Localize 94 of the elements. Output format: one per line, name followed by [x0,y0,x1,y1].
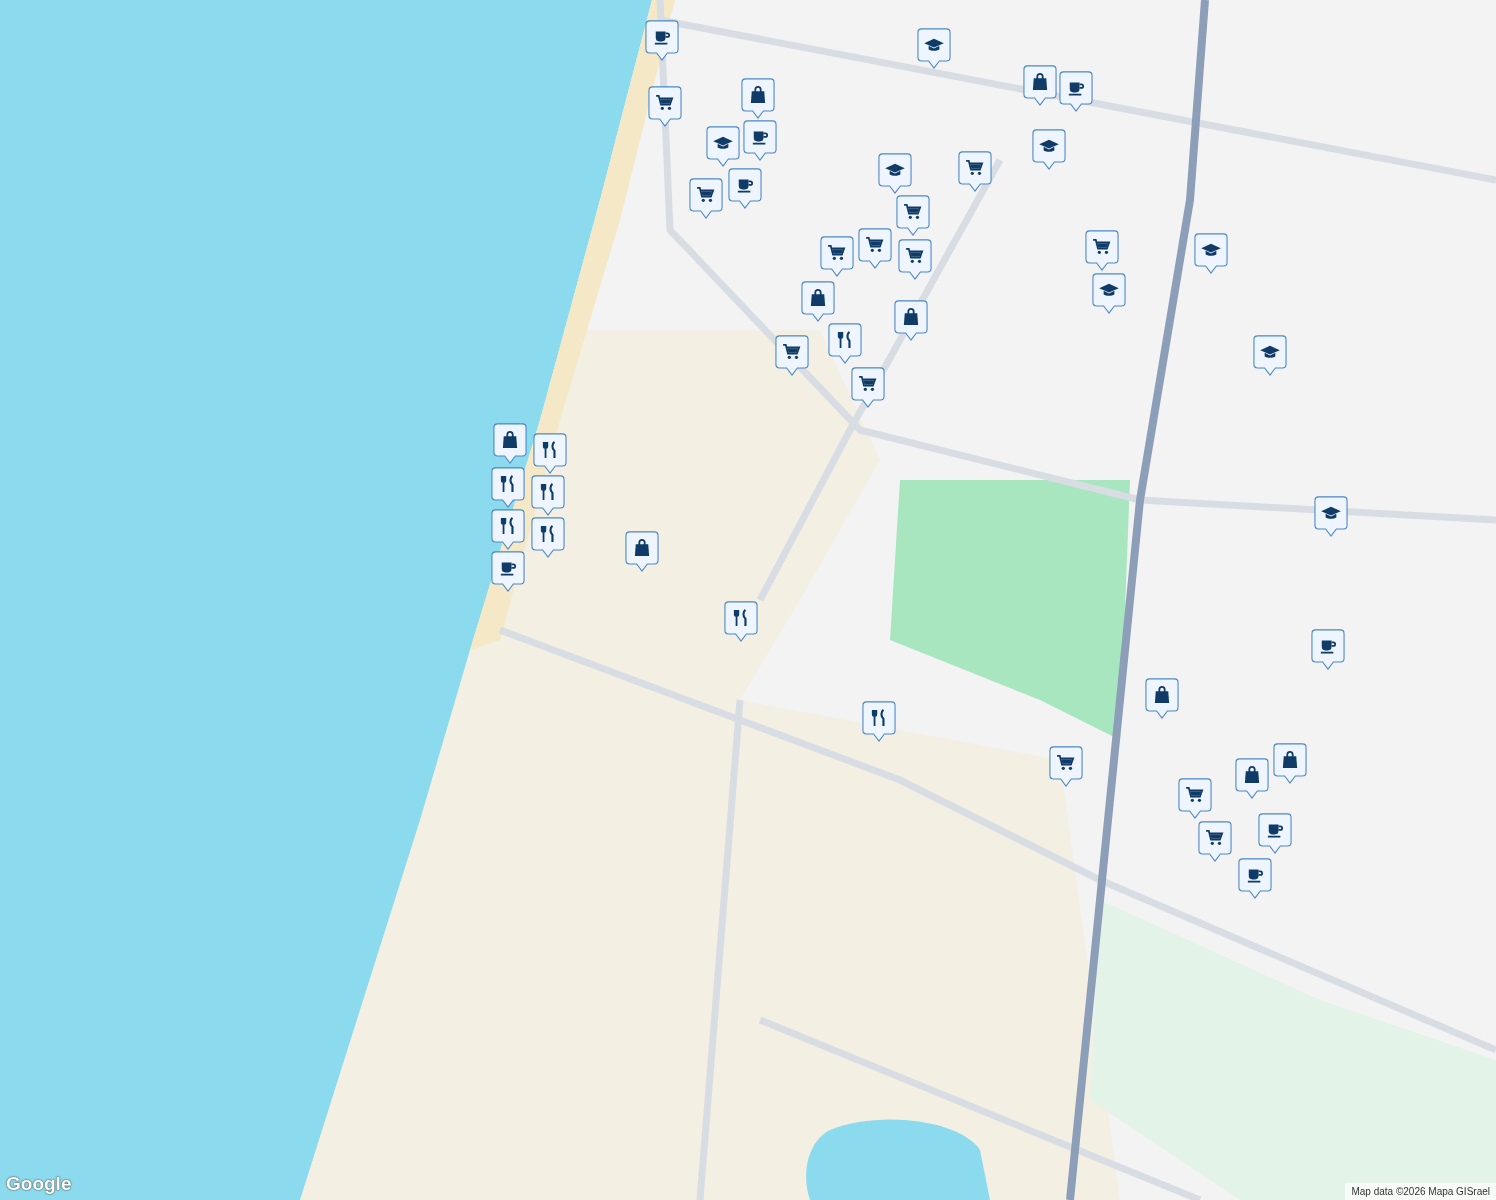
mortarboard-map-marker[interactable] [1032,129,1066,170]
mortarboard-icon [1260,345,1280,358]
fork-knife-icon [540,525,554,543]
cart-map-marker[interactable] [820,236,854,277]
mortarboard-icon [1099,283,1119,296]
mortarboard-map-marker[interactable] [917,28,951,69]
cup-icon [1068,82,1085,96]
google-logo: Google [6,1171,72,1196]
bag-icon [1032,73,1048,90]
map-attribution: Map data ©2026 Mapa GISrael [1345,1183,1496,1200]
cart-icon [1205,829,1224,845]
bag-icon [810,289,826,306]
cart-map-marker[interactable] [689,178,723,219]
cup-icon [654,31,670,45]
cart-icon [903,203,922,219]
cart-icon [865,236,884,252]
bag-icon [1244,766,1260,783]
cart-map-marker[interactable] [851,367,885,408]
bag-map-marker[interactable] [894,300,928,341]
fork-knife-icon [871,709,885,727]
fork-knife-map-marker[interactable] [491,467,525,508]
cart-icon [655,94,674,110]
cart-icon [782,343,801,359]
cup-map-marker[interactable] [491,551,525,592]
bag-map-marker[interactable] [1023,65,1057,106]
bag-map-marker[interactable] [1273,743,1307,784]
bag-map-marker[interactable] [741,78,775,119]
cart-map-marker[interactable] [898,239,932,280]
cup-icon [500,562,516,576]
fork-knife-map-marker[interactable] [724,601,758,642]
mortarboard-map-marker[interactable] [878,153,912,194]
mortarboard-map-marker[interactable] [1194,233,1228,274]
cart-map-marker[interactable] [1198,821,1232,862]
bag-icon [1282,751,1298,768]
fork-knife-icon [542,441,556,459]
fork-knife-icon [540,483,554,501]
bag-map-marker[interactable] [493,423,527,464]
mortarboard-icon [1321,506,1341,519]
mortarboard-icon [1039,139,1059,152]
bag-icon [502,431,518,448]
cup-map-marker[interactable] [1311,629,1345,670]
cart-icon [696,186,715,202]
cup-map-marker[interactable] [645,20,679,61]
bag-map-marker[interactable] [625,531,659,572]
cart-map-marker[interactable] [1085,230,1119,271]
bag-map-marker[interactable] [1235,758,1269,799]
fork-knife-map-marker[interactable] [531,517,565,558]
bag-icon [750,86,766,103]
mortarboard-map-marker[interactable] [1092,273,1126,314]
cart-icon [1056,754,1075,770]
cup-icon [1320,640,1337,654]
bag-map-marker[interactable] [801,281,835,322]
mortarboard-icon [924,38,944,51]
fork-knife-map-marker[interactable] [862,701,896,742]
cart-map-marker[interactable] [858,228,892,269]
mortarboard-icon [885,163,905,176]
fork-knife-icon [733,609,747,627]
bag-icon [1154,686,1170,703]
cart-map-marker[interactable] [896,195,930,236]
mortarboard-map-marker[interactable] [706,126,740,167]
cup-icon [1267,824,1284,838]
cart-map-marker[interactable] [1178,778,1212,819]
cart-icon [858,375,877,391]
fork-knife-icon [837,331,851,349]
cup-map-marker[interactable] [1258,813,1292,854]
bag-icon [903,308,919,325]
cup-map-marker[interactable] [728,168,762,209]
fork-knife-icon [500,475,514,493]
bag-map-marker[interactable] [1145,678,1179,719]
cup-icon [737,179,753,193]
fork-knife-icon [500,517,514,535]
cart-map-marker[interactable] [1049,746,1083,787]
fork-knife-map-marker[interactable] [491,509,525,550]
cart-map-marker[interactable] [958,151,992,192]
cup-map-marker[interactable] [743,120,777,161]
cup-map-marker[interactable] [1059,71,1093,112]
cart-icon [905,247,924,263]
cart-map-marker[interactable] [648,86,682,127]
cart-icon [827,244,846,260]
mortarboard-icon [713,136,733,149]
cup-map-marker[interactable] [1238,858,1272,899]
mortarboard-icon [1201,243,1221,256]
cart-icon [1185,786,1204,802]
bag-icon [634,539,650,556]
mortarboard-map-marker[interactable] [1253,335,1287,376]
cart-map-marker[interactable] [775,335,809,376]
fork-knife-map-marker[interactable] [533,433,567,474]
cart-icon [1092,238,1111,254]
fork-knife-map-marker[interactable] [531,475,565,516]
mortarboard-map-marker[interactable] [1314,496,1348,537]
cart-icon [965,159,984,175]
cup-icon [752,131,768,145]
cup-icon [1247,869,1264,883]
fork-knife-map-marker[interactable] [828,323,862,364]
